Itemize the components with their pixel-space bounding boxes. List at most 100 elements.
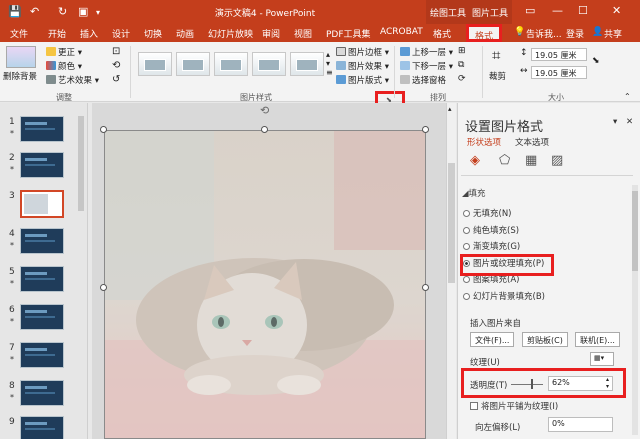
picture-border-button[interactable]: 图片边框 ▾ (336, 46, 389, 58)
file-button[interactable]: 文件(F)... (470, 332, 515, 347)
fill-option-radio[interactable]: 无填充(N) (463, 207, 512, 219)
slide-thumbnail[interactable] (20, 266, 64, 292)
bring-forward-button[interactable]: 上移一层 ▾ (400, 46, 453, 58)
fill-option-radio[interactable]: 渐变填充(G) (463, 240, 520, 252)
align-icon[interactable]: ⊞ (458, 46, 466, 56)
style-thumb[interactable] (214, 52, 248, 76)
present-icon[interactable]: ▣ (78, 5, 88, 18)
slide-thumbnail[interactable] (20, 416, 64, 439)
transparency-slider[interactable] (511, 384, 543, 385)
slide-number: 8 (9, 381, 15, 391)
remove-background-label[interactable]: 删除背景 (3, 70, 37, 82)
resize-handle[interactable] (422, 284, 429, 291)
tab-insert[interactable]: 插入 (80, 26, 98, 40)
change-picture-icon[interactable]: ⟲ (112, 60, 120, 71)
gallery-scroll-icon[interactable]: ▴ ▾ ≡ (326, 50, 333, 77)
compress-icon[interactable]: ⊡ (112, 46, 120, 57)
texture-picker[interactable]: ▦▾ (590, 352, 614, 366)
send-backward-button[interactable]: 下移一层 ▾ (400, 60, 453, 72)
picture-effects-button[interactable]: 图片效果 ▾ (336, 60, 389, 72)
height-input[interactable]: 19.05 厘米 (531, 48, 587, 61)
pane-options-icon[interactable]: ▾ (613, 117, 617, 127)
tell-me-search[interactable]: 告诉我... (526, 26, 562, 40)
tab-slideshow[interactable]: 幻灯片放映 (208, 26, 253, 40)
tab-animations[interactable]: 动画 (176, 26, 194, 40)
color-button[interactable]: 颜色 ▾ (46, 60, 82, 72)
slide-thumbnail[interactable] (20, 304, 64, 330)
resize-handle[interactable] (100, 126, 107, 133)
slide-picture[interactable] (104, 130, 426, 439)
editor-scrollbar[interactable]: ▴ (446, 103, 456, 439)
tab-picture-format[interactable]: 格式 (466, 24, 503, 42)
crop-button[interactable]: 裁剪 (489, 70, 506, 82)
picture-icon[interactable]: ▨ (551, 153, 563, 168)
rotate-handle-icon[interactable]: ⟲ (260, 104, 269, 117)
transparency-slider-thumb[interactable] (530, 379, 533, 389)
subtab-shape-options[interactable]: 形状选项 (467, 136, 501, 148)
save-icon[interactable]: 💾 (8, 5, 22, 18)
redo-icon[interactable]: ↻ (58, 5, 67, 18)
slide-panel-scrollbar[interactable] (78, 106, 85, 436)
customize-qat-icon[interactable]: ▾ (96, 8, 100, 17)
close-button[interactable]: ✕ (612, 4, 621, 17)
slide-thumbnail[interactable] (20, 190, 64, 218)
fill-option-label: 渐变填充(G) (473, 242, 521, 252)
resize-handle[interactable] (422, 126, 429, 133)
tab-home[interactable]: 开始 (48, 26, 66, 40)
picture-layout-icon (336, 75, 346, 84)
offset-left-input[interactable]: 0% (548, 417, 613, 432)
online-button[interactable]: 联机(E)... (575, 332, 620, 347)
transparency-input[interactable]: 62% (548, 376, 613, 391)
tile-checkbox[interactable]: 将图片平铺为纹理(I) (470, 400, 558, 412)
slide-thumbnail[interactable] (20, 228, 64, 254)
width-input[interactable]: 19.05 厘米 (531, 66, 587, 79)
style-thumb[interactable] (252, 52, 286, 76)
picture-layout-button[interactable]: 图片版式 ▾ (336, 74, 389, 86)
login-link[interactable]: 登录 (566, 26, 584, 40)
share-button[interactable]: 共享 (604, 26, 622, 40)
resize-handle[interactable] (261, 126, 268, 133)
tab-file[interactable]: 文件 (10, 26, 28, 40)
pane-scrollbar[interactable] (632, 185, 638, 435)
fill-option-radio[interactable]: 纯色填充(S) (463, 224, 519, 236)
fill-line-icon[interactable]: ◈ (470, 153, 480, 168)
artistic-effects-button[interactable]: 艺术效果 ▾ (46, 74, 99, 86)
rotate-icon[interactable]: ⟳ (458, 74, 466, 84)
style-thumb[interactable] (138, 52, 172, 76)
undo-icon[interactable]: ↶ (30, 5, 39, 18)
size-properties-icon[interactable]: ▦ (525, 153, 537, 168)
selection-pane-button[interactable]: 选择窗格 (400, 74, 446, 86)
maximize-button[interactable]: ☐ (578, 4, 588, 17)
tab-design[interactable]: 设计 (112, 26, 130, 40)
style-thumb[interactable] (290, 52, 324, 76)
ribbon-display-button[interactable]: ▭ (525, 4, 535, 17)
remove-background-icon[interactable] (6, 46, 36, 68)
size-launcher-icon[interactable]: ⬊ (592, 56, 600, 66)
resize-handle[interactable] (100, 284, 107, 291)
pane-close-button[interactable]: ✕ (626, 117, 633, 127)
tab-review[interactable]: 审阅 (262, 26, 280, 40)
section-fill[interactable]: ◢填充 (462, 187, 486, 199)
fill-option-radio[interactable]: 幻灯片背景填充(B) (463, 290, 545, 302)
tab-acrobat[interactable]: ACROBAT (380, 26, 423, 40)
tab-pdf-tools[interactable]: PDF工具集 (326, 26, 371, 40)
slide-thumbnail[interactable] (20, 342, 64, 368)
collapse-ribbon-icon[interactable]: ⌃ (624, 92, 631, 101)
group-label-size: 大小 (548, 93, 564, 102)
subtab-text-options[interactable]: 文本选项 (515, 136, 549, 148)
tab-transitions[interactable]: 切换 (144, 26, 162, 40)
slide-thumbnail[interactable] (20, 116, 64, 142)
effects-icon[interactable]: ⬠ (499, 153, 510, 168)
slide-thumbnail[interactable] (20, 152, 64, 178)
crop-icon[interactable]: ⌗ (492, 46, 500, 64)
reset-picture-icon[interactable]: ↺ (112, 74, 120, 85)
style-thumb[interactable] (176, 52, 210, 76)
slide-thumbnail[interactable] (20, 380, 64, 406)
group-icon[interactable]: ⧉ (458, 60, 464, 70)
minimize-button[interactable]: — (552, 4, 563, 17)
transparency-spinner-icon[interactable]: ▴ ▾ (606, 376, 609, 390)
clipboard-button[interactable]: 剪贴板(C) (522, 332, 568, 347)
tab-drawing-format[interactable]: 格式 (433, 26, 451, 40)
corrections-button[interactable]: 更正 ▾ (46, 46, 82, 58)
tab-view[interactable]: 视图 (294, 26, 312, 40)
